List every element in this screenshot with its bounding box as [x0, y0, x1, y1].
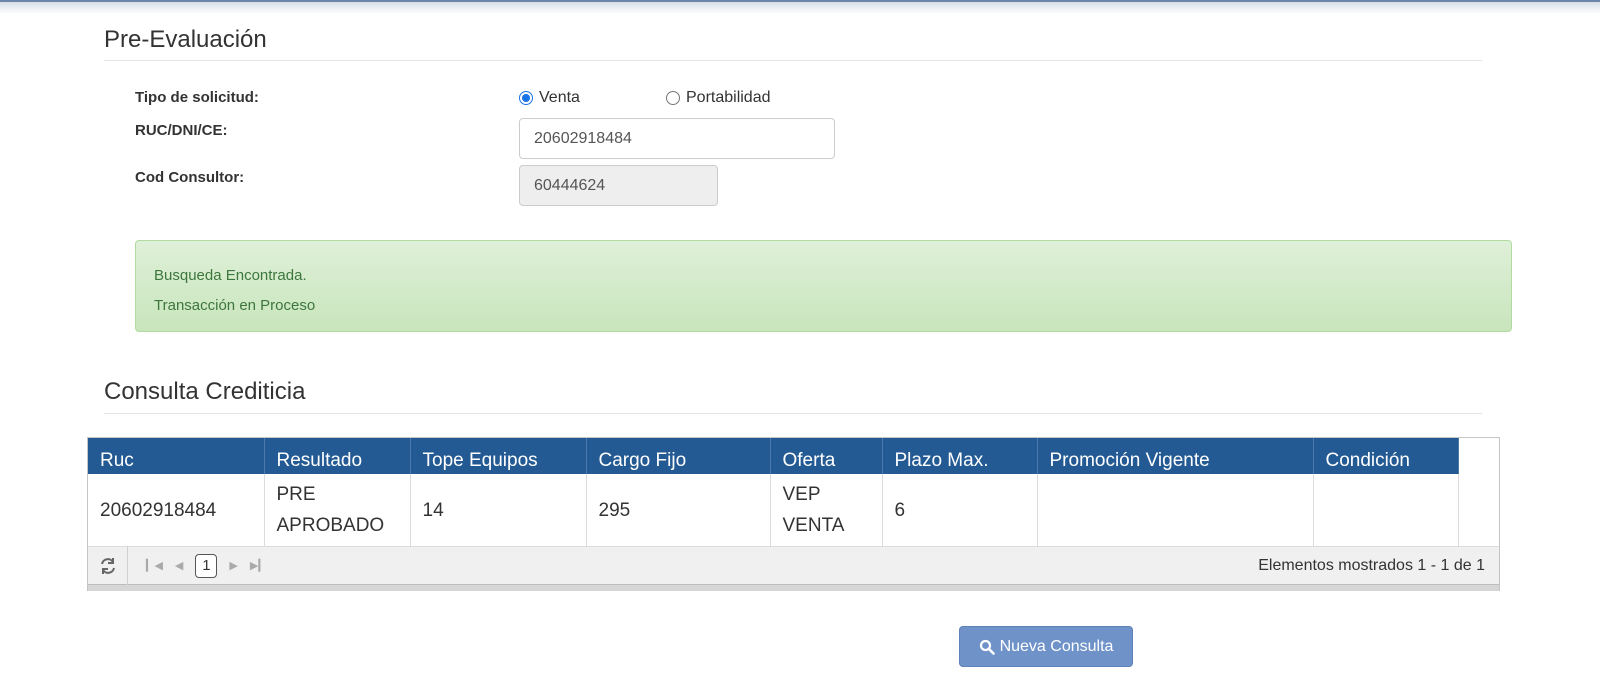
current-page[interactable]: 1 [195, 553, 218, 578]
cell-plazo-max: 6 [882, 474, 1038, 546]
cell-promocion-vigente [1037, 474, 1314, 546]
results-table: Ruc Resultado Tope Equipos Cargo Fijo Of… [88, 438, 1459, 546]
cell-resultado: PRE APROBADO [264, 474, 411, 546]
column-header-ruc[interactable]: Ruc [88, 438, 265, 474]
column-header-oferta[interactable]: Oferta [770, 438, 883, 474]
first-page-icon[interactable]: ▎◀ [146, 559, 163, 572]
grid-footer-bar [88, 585, 1499, 591]
tipo-solicitud-label: Tipo de solicitud: [135, 89, 259, 106]
radio-venta-label: Venta [539, 89, 580, 106]
column-header-plazo-max[interactable]: Plazo Max. [882, 438, 1038, 474]
nueva-consulta-button[interactable]: Nueva Consulta [959, 626, 1133, 667]
column-header-promocion-vigente[interactable]: Promoción Vigente [1037, 438, 1314, 474]
cell-tope-equipos: 14 [410, 474, 587, 546]
radio-portabilidad[interactable]: Portabilidad [666, 89, 771, 107]
grid-pager: ▎◀ ◀ 1 ▶ ▶▎ Elementos mostrados 1 - 1 de… [88, 546, 1499, 585]
alert-line-2: Transacción en Proceso [154, 297, 316, 314]
alert-line-1: Busqueda Encontrada. [154, 267, 307, 284]
results-grid: Ruc Resultado Tope Equipos Cargo Fijo Of… [87, 437, 1500, 591]
search-icon [979, 639, 995, 655]
section-divider [104, 413, 1482, 414]
next-page-icon[interactable]: ▶ [229, 559, 237, 572]
refresh-icon[interactable] [88, 546, 128, 585]
success-alert: Busqueda Encontrada. Transacción en Proc… [135, 240, 1512, 332]
cell-cargo-fijo: 295 [586, 474, 771, 546]
column-header-cargo-fijo[interactable]: Cargo Fijo [586, 438, 771, 474]
last-page-icon[interactable]: ▶▎ [250, 559, 267, 572]
radio-portabilidad-label: Portabilidad [686, 89, 771, 106]
cell-oferta: VEP VENTA [770, 474, 883, 546]
column-header-condicion[interactable]: Condición [1313, 438, 1459, 474]
top-bar-shadow [0, 0, 1600, 14]
section-divider [104, 60, 1482, 61]
pre-evaluacion-title: Pre-Evaluación [104, 26, 267, 53]
cell-ruc: 20602918484 [88, 474, 265, 546]
ruc-input[interactable]: 20602918484 [519, 118, 835, 159]
table-header-row: Ruc Resultado Tope Equipos Cargo Fijo Of… [88, 438, 1459, 474]
nueva-consulta-label: Nueva Consulta [999, 637, 1114, 655]
cod-consultor-label: Cod Consultor: [135, 169, 245, 186]
cod-consultor-input: 60444624 [519, 165, 718, 206]
consulta-crediticia-title: Consulta Crediticia [104, 378, 306, 405]
pager-info: Elementos mostrados 1 - 1 de 1 [1258, 556, 1485, 574]
radio-portabilidad-dot[interactable] [666, 91, 680, 105]
column-header-tope-equipos[interactable]: Tope Equipos [410, 438, 587, 474]
table-row[interactable]: 20602918484 PRE APROBADO 14 295 VEP VENT… [88, 474, 1459, 546]
cell-condicion [1313, 474, 1459, 546]
radio-venta[interactable]: Venta [519, 89, 580, 107]
column-header-resultado[interactable]: Resultado [264, 438, 411, 474]
prev-page-icon[interactable]: ◀ [175, 559, 183, 572]
radio-venta-dot[interactable] [519, 91, 533, 105]
ruc-label: RUC/DNI/CE: [135, 122, 228, 139]
